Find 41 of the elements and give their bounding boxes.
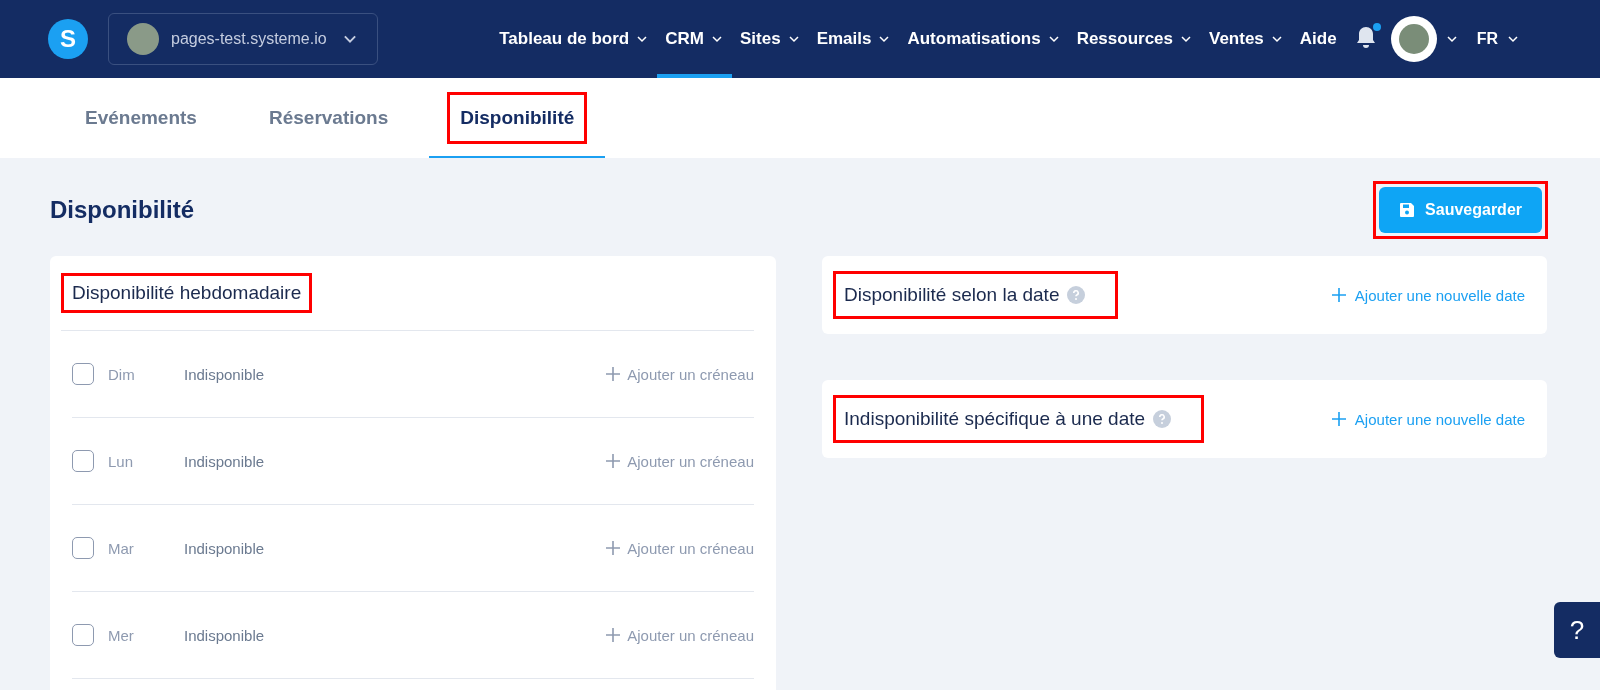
plus-icon bbox=[1330, 287, 1347, 303]
avatar-icon[interactable] bbox=[1390, 16, 1437, 62]
site-selector[interactable]: pages-test.systeme.io bbox=[108, 13, 378, 65]
tab[interactable]: Evénements bbox=[54, 78, 228, 158]
card-title: Indisponibilité spécifique à une date bbox=[844, 408, 1146, 430]
plus-icon bbox=[605, 540, 622, 556]
checkbox[interactable] bbox=[72, 537, 94, 559]
help-icon[interactable] bbox=[1153, 410, 1172, 428]
nav-item[interactable]: Ventes bbox=[1201, 0, 1292, 78]
avatar-icon bbox=[127, 23, 159, 55]
nav-item[interactable]: Sites bbox=[732, 0, 809, 78]
card-title: Disponibilité selon la date bbox=[844, 284, 1060, 306]
checkbox[interactable] bbox=[72, 363, 94, 385]
nav-item[interactable]: Automatisations bbox=[899, 0, 1069, 78]
nav-item[interactable]: Emails bbox=[808, 0, 900, 78]
bell-icon[interactable] bbox=[1354, 25, 1377, 49]
tab[interactable]: Disponibilité bbox=[429, 78, 606, 158]
status-text: Indisponible bbox=[184, 539, 265, 557]
day-label: Mer bbox=[108, 626, 135, 644]
plus-icon bbox=[605, 366, 622, 382]
plus-icon bbox=[605, 627, 622, 643]
checkbox[interactable] bbox=[72, 624, 94, 646]
nav-item[interactable]: Aide bbox=[1291, 0, 1345, 78]
nav-item[interactable]: Ressources bbox=[1068, 0, 1201, 78]
highlight-frame: Disponibilité bbox=[447, 92, 588, 144]
card-title: Disponibilité hebdomadaire bbox=[72, 282, 302, 304]
language-label[interactable]: FR bbox=[1476, 30, 1498, 48]
checkbox[interactable] bbox=[72, 450, 94, 472]
plus-icon bbox=[1330, 411, 1347, 427]
tab[interactable]: Réservations bbox=[237, 78, 420, 158]
plus-icon bbox=[605, 453, 622, 469]
status-text: Indisponible bbox=[184, 626, 265, 644]
status-text: Indisponible bbox=[184, 452, 265, 470]
day-label: Mar bbox=[108, 539, 135, 557]
help-icon[interactable] bbox=[1067, 286, 1086, 304]
page-title: Disponibilité bbox=[50, 196, 194, 224]
status-text: Indisponible bbox=[184, 365, 265, 383]
day-label: Lun bbox=[108, 452, 135, 470]
help-button[interactable]: ? bbox=[1554, 602, 1600, 658]
nav-item[interactable]: Tableau de bord bbox=[491, 0, 658, 78]
day-label: Dim bbox=[108, 365, 136, 383]
